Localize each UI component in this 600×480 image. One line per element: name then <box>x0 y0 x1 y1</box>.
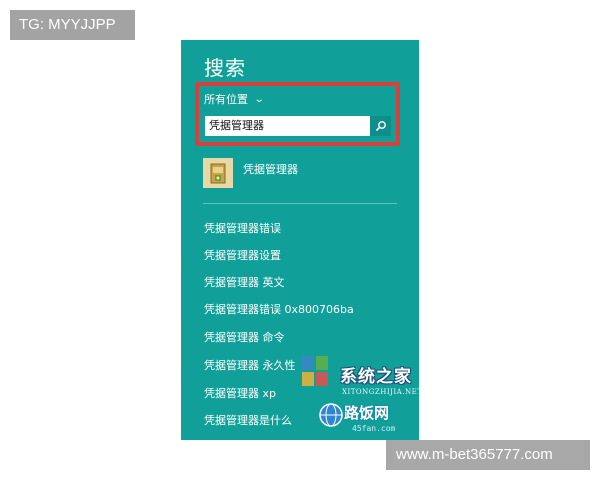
globe-icon <box>319 403 343 427</box>
suggestion-item[interactable]: 凭据管理器错误 0x800706ba <box>204 301 354 317</box>
suggestion-item[interactable]: 凭据管理器是什么 <box>204 412 292 428</box>
watermark-name: 系统之家 <box>340 367 412 387</box>
watermark-domain: 45fan.com <box>352 424 396 433</box>
app-result-item[interactable]: 凭据管理器 <box>203 158 298 188</box>
top-left-badge: TG: MYYJJPP <box>10 10 135 40</box>
highlight-frame <box>195 82 400 146</box>
suggestion-item[interactable]: 凭据管理器错误 <box>204 220 281 236</box>
watermark-pinyin: XITONGZHIJIA.NET <box>342 388 423 396</box>
suggestion-item[interactable]: 凭据管理器 xp <box>204 385 276 401</box>
suggestion-item[interactable]: 凭据管理器 英文 <box>204 274 285 290</box>
credential-manager-icon <box>203 158 233 188</box>
suggestion-item[interactable]: 凭据管理器 命令 <box>204 329 285 345</box>
watermark-site: 路饭网 <box>344 404 390 422</box>
suggestion-item[interactable]: 凭据管理器 永久性 <box>204 357 296 373</box>
suggestion-item[interactable]: 凭据管理器设置 <box>204 247 281 263</box>
divider <box>203 203 397 204</box>
bottom-right-badge: www.m-bet365777.com <box>386 440 590 470</box>
app-result-label: 凭据管理器 <box>243 163 298 176</box>
panel-title: 搜索 <box>204 56 246 80</box>
